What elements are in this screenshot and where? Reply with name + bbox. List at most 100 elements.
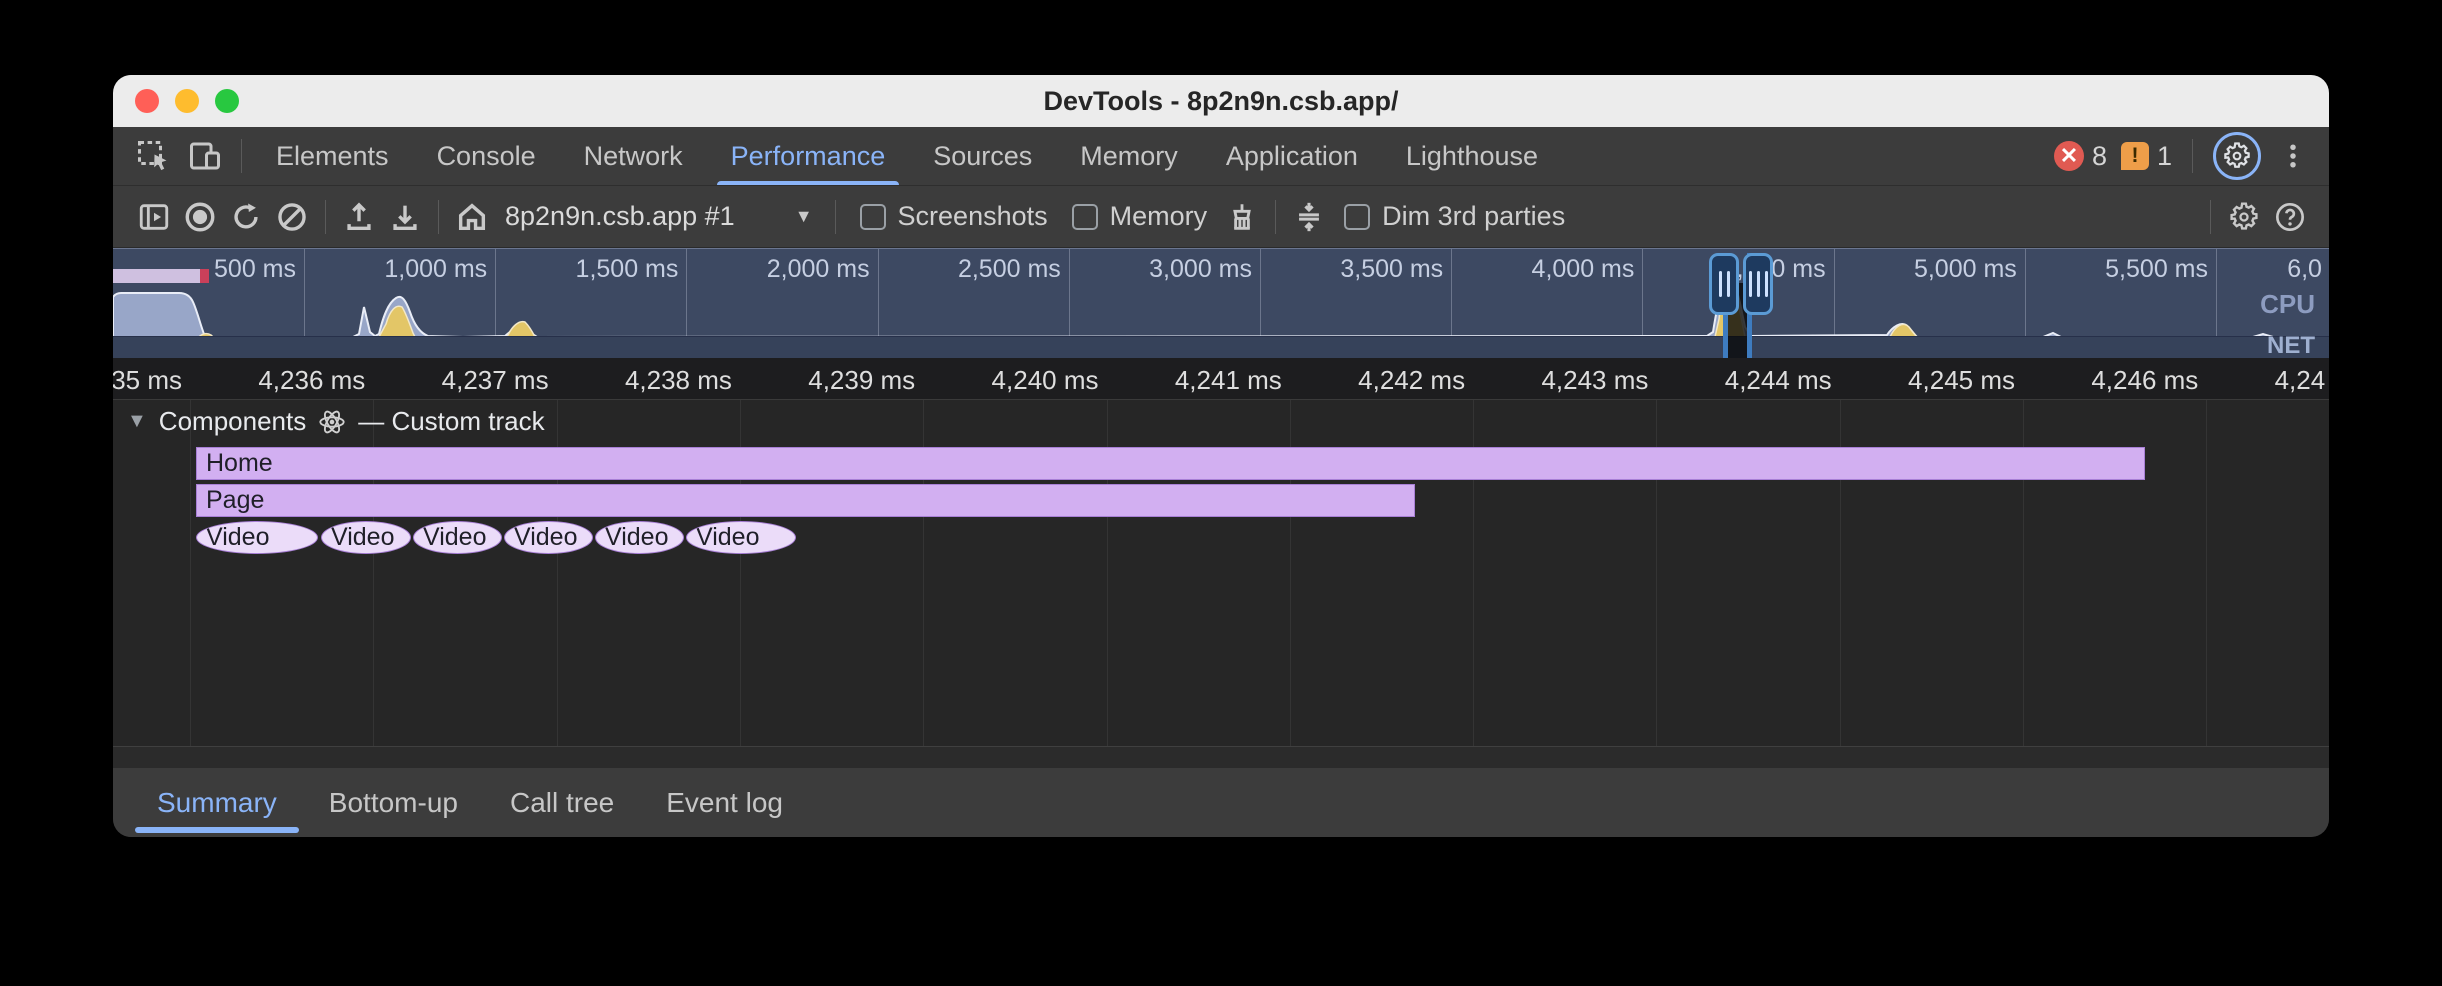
clear-button[interactable] bbox=[269, 194, 315, 240]
dim-3rd-parties-checkbox[interactable]: Dim 3rd parties bbox=[1344, 201, 1565, 232]
timing-bar-video[interactable]: Video bbox=[504, 521, 593, 554]
ruler-label: 4,240 ms bbox=[949, 365, 1099, 396]
divider bbox=[325, 200, 326, 234]
collapse-icon bbox=[1292, 200, 1326, 234]
divider bbox=[2210, 200, 2211, 234]
timing-bar-video[interactable]: Video bbox=[686, 521, 796, 554]
memory-label: Memory bbox=[1110, 201, 1208, 232]
tab-application[interactable]: Application bbox=[1202, 127, 1382, 185]
tab-lighthouse[interactable]: Lighthouse bbox=[1382, 127, 1562, 185]
help-button[interactable] bbox=[2267, 194, 2313, 240]
flame-chart-area[interactable]: ▼ Components — Custom track Home Page Vide… bbox=[113, 400, 2329, 768]
toggle-sidebar-button[interactable] bbox=[131, 194, 177, 240]
net-label: NET bbox=[2267, 332, 2315, 358]
device-toolbar-button[interactable] bbox=[179, 127, 231, 185]
home-button[interactable] bbox=[449, 194, 495, 240]
timing-bar-video[interactable]: Video bbox=[595, 521, 684, 554]
ruler-label: 4,244 ms bbox=[1682, 365, 1832, 396]
minimize-button[interactable] bbox=[175, 89, 199, 113]
timeline-overview[interactable]: 500 ms1,000 ms1,500 ms2,000 ms2,500 ms3,… bbox=[113, 248, 2329, 358]
custom-track-header[interactable]: ▼ Components — Custom track bbox=[127, 406, 545, 437]
handle-grip bbox=[1727, 271, 1730, 297]
save-profile-button[interactable] bbox=[382, 194, 428, 240]
timing-bar-page[interactable]: Page bbox=[196, 484, 1415, 517]
track-title: Components bbox=[159, 406, 306, 437]
tab-network[interactable]: Network bbox=[560, 127, 707, 185]
zoom-button[interactable] bbox=[215, 89, 239, 113]
settings-button[interactable] bbox=[2213, 132, 2261, 180]
minimap-tick bbox=[1642, 249, 1643, 336]
clear-icon bbox=[275, 200, 309, 234]
warning-badge[interactable]: ! 1 bbox=[2121, 141, 2172, 172]
dim-3rd-parties-label: Dim 3rd parties bbox=[1382, 201, 1565, 232]
tab-summary[interactable]: Summary bbox=[131, 768, 303, 837]
screenshots-label: Screenshots bbox=[898, 201, 1048, 232]
zoom-handle-right[interactable] bbox=[1743, 253, 1773, 315]
devtools-tabbar: ElementsConsoleNetworkPerformanceSources… bbox=[113, 127, 2329, 186]
memory-checkbox[interactable]: Memory bbox=[1072, 201, 1208, 232]
ruler-label: 4,246 ms bbox=[2048, 365, 2198, 396]
download-icon bbox=[388, 200, 422, 234]
zoom-handle-left[interactable] bbox=[1709, 253, 1739, 315]
devtools-window: DevTools - 8p2n9n.csb.app/ ElementsConso… bbox=[113, 75, 2329, 837]
details-tabbar: SummaryBottom-upCall treeEvent log bbox=[113, 768, 2329, 837]
gear-icon bbox=[2222, 141, 2252, 171]
minimap-tick-label: 1,000 ms bbox=[337, 255, 487, 284]
more-options-button[interactable] bbox=[2275, 141, 2311, 171]
kebab-menu-icon bbox=[2278, 141, 2308, 171]
minimap-tick bbox=[1069, 249, 1070, 336]
performance-toolbar: 8p2n9n.csb.app #1 ▼ Screenshots Memory bbox=[113, 186, 2329, 248]
timing-bar-video[interactable]: Video bbox=[413, 521, 502, 554]
tabbar-right-cluster: ✕ 8 ! 1 bbox=[2054, 127, 2329, 185]
screenshots-checkbox[interactable]: Screenshots bbox=[860, 201, 1048, 232]
tab-sources[interactable]: Sources bbox=[909, 127, 1056, 185]
inspect-cursor-icon bbox=[135, 138, 171, 174]
panel-tabs: ElementsConsoleNetworkPerformanceSources… bbox=[252, 127, 1562, 185]
upload-icon bbox=[342, 200, 376, 234]
ruler-label: 4,238 ms bbox=[582, 365, 732, 396]
tab-call-tree[interactable]: Call tree bbox=[484, 768, 640, 837]
timeline-ruler: 35 ms4,236 ms4,237 ms4,238 ms4,239 ms4,2… bbox=[113, 358, 2329, 400]
gridline bbox=[2206, 400, 2207, 768]
target-selector[interactable]: 8p2n9n.csb.app #1 ▼ bbox=[505, 201, 813, 232]
record-button[interactable] bbox=[177, 194, 223, 240]
titlebar: DevTools - 8p2n9n.csb.app/ bbox=[113, 75, 2329, 127]
capture-settings-button[interactable] bbox=[2221, 194, 2267, 240]
collapse-tracks-button[interactable] bbox=[1286, 194, 1332, 240]
minimap-tick-label: 2,000 ms bbox=[720, 255, 870, 284]
trash-icon bbox=[1225, 200, 1259, 234]
reload-icon bbox=[229, 200, 263, 234]
reload-and-record-button[interactable] bbox=[223, 194, 269, 240]
network-overview-lane bbox=[113, 336, 2329, 358]
tab-bottom-up[interactable]: Bottom-up bbox=[303, 768, 484, 837]
timing-bar-video[interactable]: Video bbox=[196, 521, 318, 554]
handle-grip bbox=[1765, 271, 1768, 297]
tab-console[interactable]: Console bbox=[413, 127, 560, 185]
close-button[interactable] bbox=[135, 89, 159, 113]
window-title: DevTools - 8p2n9n.csb.app/ bbox=[1043, 86, 1398, 117]
load-profile-button[interactable] bbox=[336, 194, 382, 240]
divider bbox=[241, 139, 242, 173]
error-badge[interactable]: ✕ 8 bbox=[2054, 141, 2107, 172]
toggle-sidebar-icon bbox=[137, 200, 171, 234]
timing-bar-video[interactable]: Video bbox=[321, 521, 411, 554]
divider bbox=[835, 200, 836, 234]
minimap-tick-label: 5,000 ms bbox=[1867, 255, 2017, 284]
inspect-element-button[interactable] bbox=[127, 127, 179, 185]
handle-grip bbox=[1757, 271, 1760, 297]
tab-memory[interactable]: Memory bbox=[1056, 127, 1202, 185]
ruler-label: 4,239 ms bbox=[765, 365, 915, 396]
timing-bar-home[interactable]: Home bbox=[196, 447, 2145, 480]
tab-event-log[interactable]: Event log bbox=[640, 768, 809, 837]
disclosure-triangle-icon[interactable]: ▼ bbox=[127, 410, 147, 433]
minimap-tick bbox=[495, 249, 496, 336]
minimap-tick bbox=[1834, 249, 1835, 336]
home-icon bbox=[455, 200, 489, 234]
track-subtitle: — Custom track bbox=[358, 406, 544, 437]
handle-grip bbox=[1719, 271, 1722, 297]
traffic-lights bbox=[135, 75, 239, 127]
tab-performance[interactable]: Performance bbox=[707, 127, 910, 185]
collect-garbage-button[interactable] bbox=[1219, 194, 1265, 240]
minimap-tick bbox=[686, 249, 687, 336]
tab-elements[interactable]: Elements bbox=[252, 127, 413, 185]
